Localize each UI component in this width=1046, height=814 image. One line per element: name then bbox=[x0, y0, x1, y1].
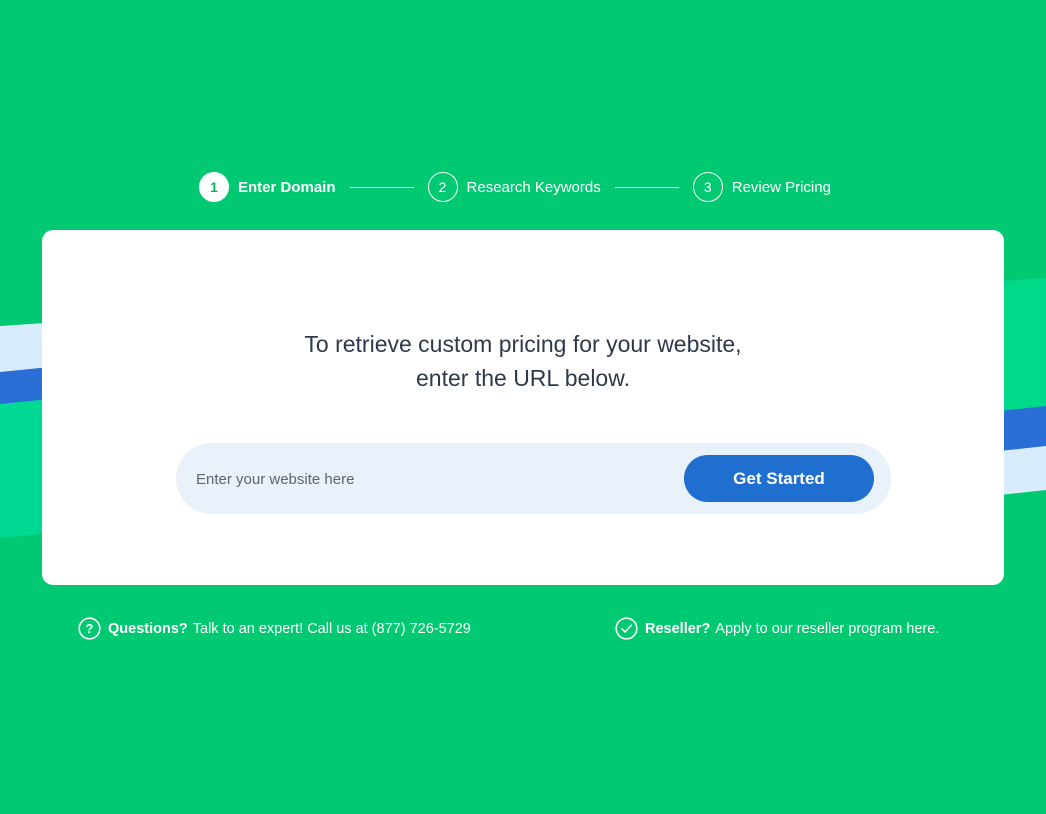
headline-line-2: enter the URL below. bbox=[416, 365, 630, 391]
website-search-bar: Get Started bbox=[176, 443, 891, 514]
questions-info: ? Questions? Talk to an expert! Call us … bbox=[78, 617, 471, 640]
question-circle-icon: ? bbox=[78, 617, 101, 640]
reseller-link[interactable]: Apply to our reseller program here. bbox=[715, 621, 939, 637]
progress-steps: 1 Enter Domain 2 Research Keywords 3 Rev… bbox=[199, 171, 831, 203]
website-url-input[interactable] bbox=[194, 461, 678, 497]
step-number-3: 3 bbox=[692, 172, 723, 202]
get-started-button[interactable]: Get Started bbox=[684, 455, 874, 502]
card-headline: To retrieve custom pricing for your webs… bbox=[42, 327, 1004, 395]
step-number-1: 1 bbox=[199, 172, 229, 202]
reseller-info[interactable]: Reseller? Apply to our reseller program … bbox=[615, 617, 939, 640]
step-enter-domain: 1 Enter Domain bbox=[199, 172, 336, 202]
step-connector bbox=[349, 186, 414, 188]
svg-text:?: ? bbox=[86, 621, 94, 636]
step-number-2: 2 bbox=[427, 172, 458, 202]
step-connector bbox=[614, 186, 679, 188]
step-review-pricing: 3 Review Pricing bbox=[692, 172, 831, 202]
step-label-review-pricing: Review Pricing bbox=[731, 178, 831, 196]
questions-label: Questions? bbox=[108, 620, 188, 637]
step-label-enter-domain: Enter Domain bbox=[238, 178, 336, 196]
headline-line-1: To retrieve custom pricing for your webs… bbox=[304, 331, 742, 357]
pricing-card: To retrieve custom pricing for your webs… bbox=[42, 230, 1004, 585]
step-label-research-keywords: Research Keywords bbox=[466, 178, 601, 196]
step-research-keywords: 2 Research Keywords bbox=[427, 172, 601, 202]
reseller-label: Reseller? bbox=[645, 620, 711, 637]
check-circle-icon bbox=[615, 617, 638, 640]
questions-text: Talk to an expert! Call us at (877) 726-… bbox=[192, 620, 471, 637]
